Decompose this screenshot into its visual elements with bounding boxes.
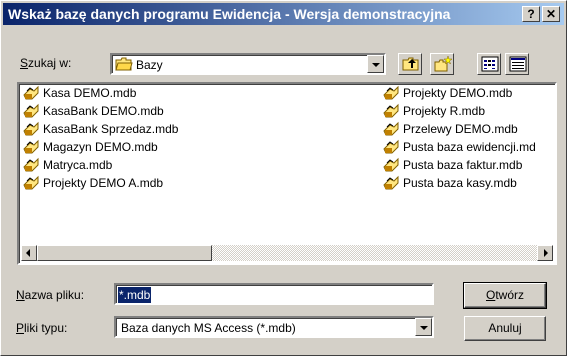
file-item[interactable]: KasaBank DEMO.mdb [21,102,164,120]
file-list[interactable]: Kasa DEMO.mdb KasaBank DEMO.mdb KasaBank S… [17,82,557,265]
file-item[interactable]: Projekty R.mdb [381,102,485,120]
file-item[interactable]: KasaBank Sprzedaz.mdb [21,120,178,138]
database-file-icon [23,175,39,191]
file-name-input[interactable]: *.mdb [114,283,434,305]
file-name: Magazyn DEMO.mdb [43,140,158,154]
scroll-thumb[interactable] [37,245,212,261]
look-in-value: Bazy [136,58,163,72]
open-button[interactable]: Otwórz [463,282,547,309]
list-view-button[interactable] [477,53,501,75]
database-file-icon [23,85,39,101]
file-name: Przelewy DEMO.mdb [403,122,518,136]
file-name: Kasa DEMO.mdb [43,86,137,100]
database-file-icon [383,157,399,173]
look-in-combo[interactable]: Bazy [110,53,386,75]
file-name: Projekty DEMO A.mdb [43,176,164,190]
new-folder-button[interactable] [430,53,454,75]
file-name: Pusta baza faktur.mdb [403,158,523,172]
database-file-icon [383,139,399,155]
folder-icon [115,57,133,74]
file-item[interactable]: Matryca.mdb [21,156,112,174]
database-file-icon [23,139,39,155]
database-file-icon [23,121,39,137]
file-item[interactable]: Pusta baza kasy.mdb [381,174,517,192]
file-item[interactable]: Projekty DEMO.mdb [381,84,512,102]
close-button[interactable]: ✕ [542,6,560,22]
file-name: Projekty DEMO.mdb [403,86,513,100]
help-button[interactable]: ? [522,6,540,22]
file-name-label: Nazwa pliku: [16,288,85,302]
look-in-dropdown-arrow[interactable] [367,55,384,73]
file-name: Projekty R.mdb [403,104,486,118]
database-file-icon [23,157,39,173]
file-name-value: *.mdb [118,287,152,303]
file-type-combo[interactable]: Baza danych MS Access (*.mdb) [114,316,434,338]
file-name: Matryca.mdb [43,158,113,172]
look-in-label: Szukaj w: [20,56,72,70]
file-name: Pusta baza ewidencji.md [403,140,536,154]
database-file-icon [383,103,399,119]
file-name: KasaBank DEMO.mdb [43,104,164,118]
file-type-value: Baza danych MS Access (*.mdb) [121,321,296,335]
file-item[interactable]: Przelewy DEMO.mdb [381,120,518,138]
cancel-button[interactable]: Anuluj [464,316,546,341]
title-bar: Wskaż bazę danych programu Ewidencja - W… [3,3,564,25]
file-item[interactable]: Pusta baza ewidencji.md [381,138,536,156]
file-item[interactable]: Magazyn DEMO.mdb [21,138,158,156]
database-file-icon [383,175,399,191]
up-folder-button[interactable] [398,53,422,75]
scroll-left-button[interactable] [21,245,37,261]
horizontal-scrollbar[interactable] [21,245,553,261]
file-name: Pusta baza kasy.mdb [403,176,517,190]
database-file-icon [383,85,399,101]
file-name: KasaBank Sprzedaz.mdb [43,122,179,136]
file-item[interactable]: Kasa DEMO.mdb [21,84,136,102]
file-item[interactable]: Projekty DEMO A.mdb [21,174,163,192]
scroll-right-button[interactable] [537,245,553,261]
file-item[interactable]: Pusta baza faktur.mdb [381,156,522,174]
database-file-icon [23,103,39,119]
file-type-label: Pliki typu: [16,321,68,335]
window-title: Wskaż bazę danych programu Ewidencja - W… [8,6,451,22]
file-type-dropdown-arrow[interactable] [415,318,432,336]
database-file-icon [383,121,399,137]
open-file-dialog: Wskaż bazę danych programu Ewidencja - W… [0,0,567,356]
details-view-button[interactable] [505,53,529,75]
